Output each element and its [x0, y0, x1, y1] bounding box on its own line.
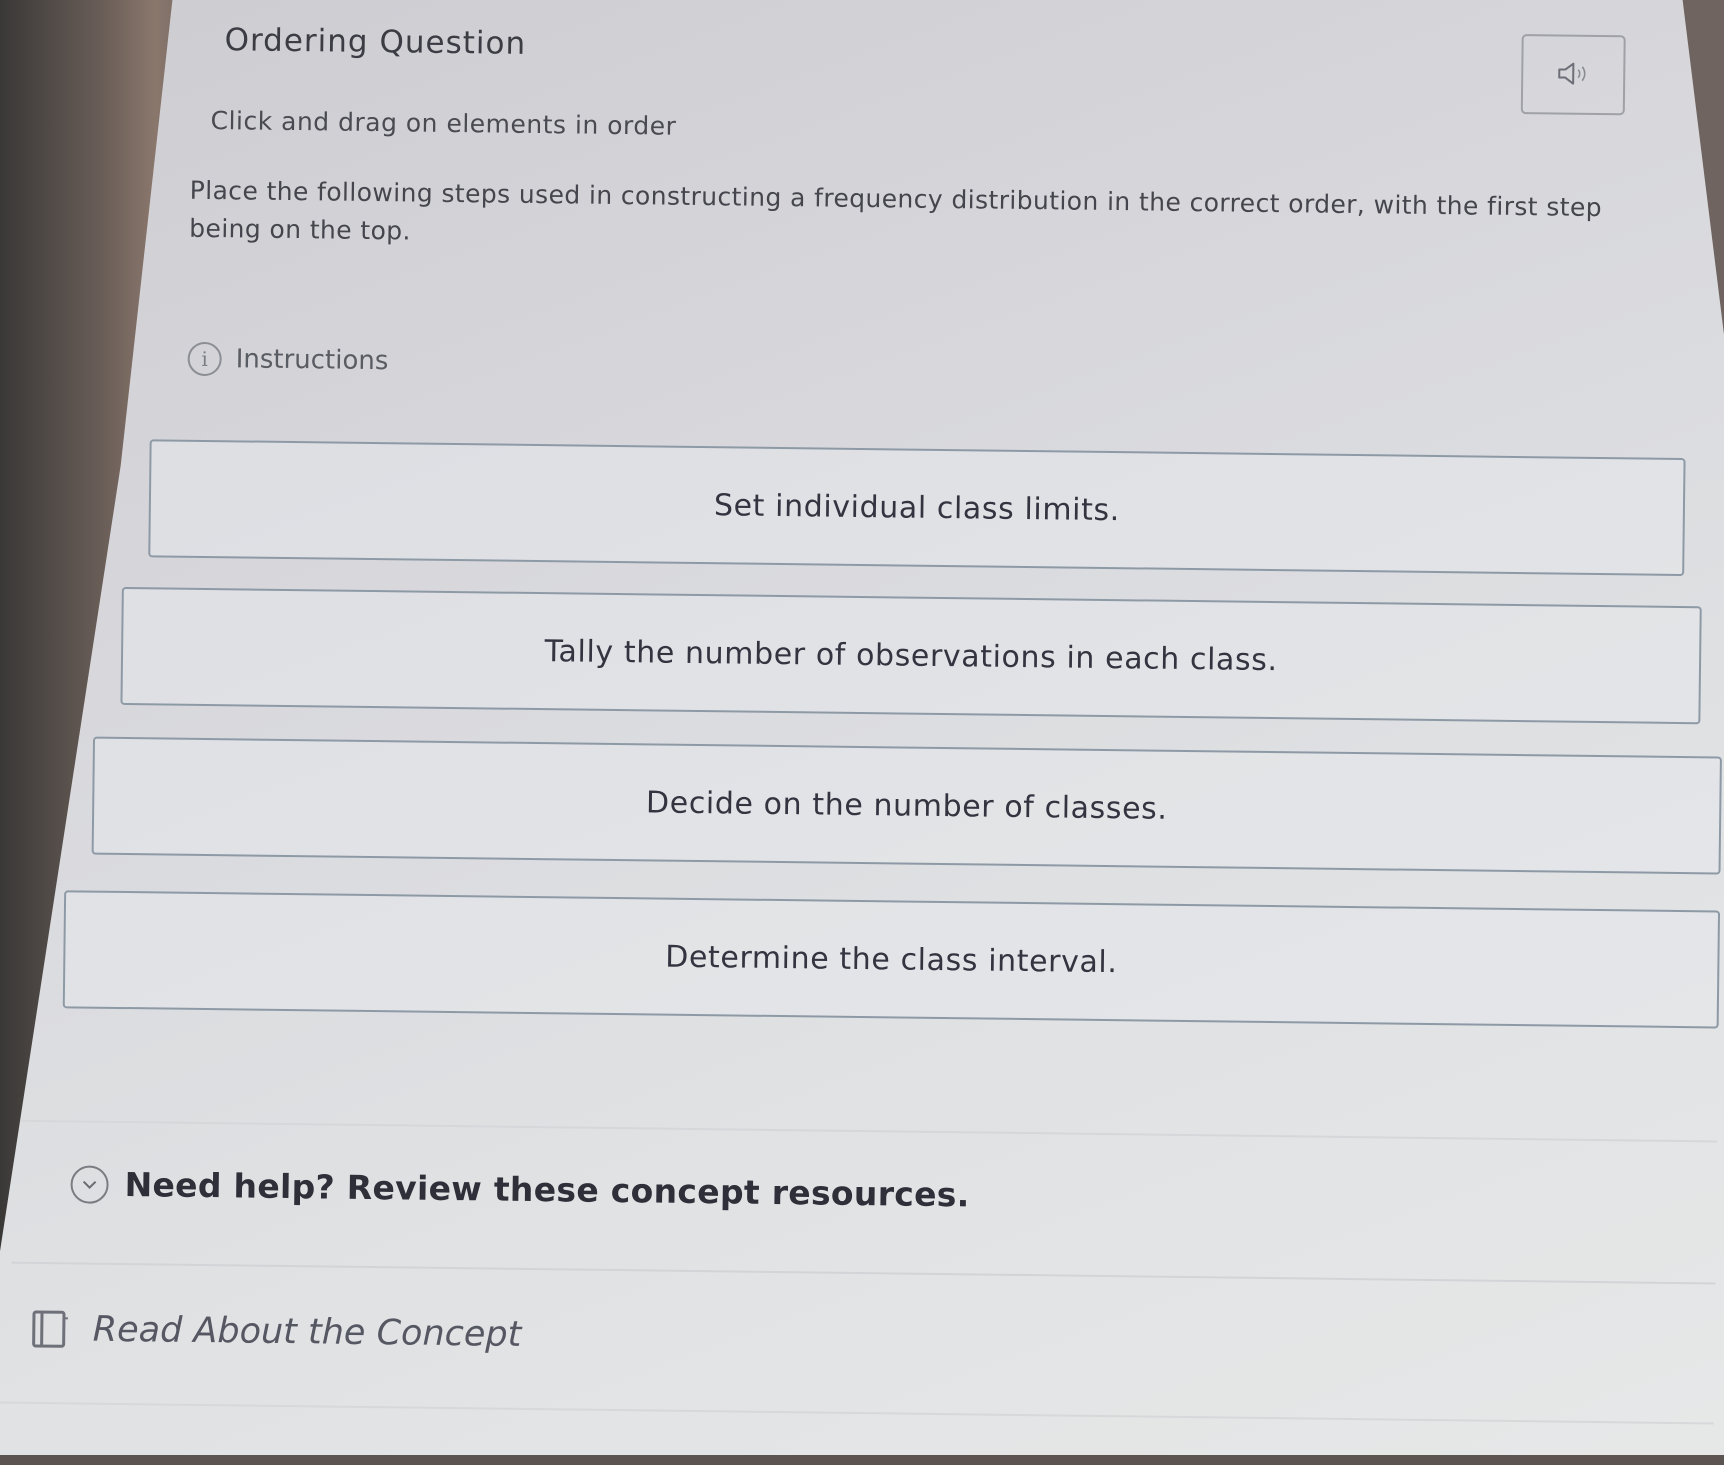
ordering-item[interactable]: Decide on the number of classes. [92, 737, 1722, 875]
read-concept-link[interactable]: Read About the Concept [31, 1308, 522, 1356]
read-aloud-button[interactable] [1521, 34, 1626, 115]
ordering-item-label: Set individual class limits. [714, 488, 1120, 528]
ordering-item-label: Tally the number of observations in each… [544, 634, 1277, 678]
question-page: Ordering Question Click and drag on elem… [0, 0, 1724, 1465]
info-icon: i [187, 342, 221, 376]
speaker-icon [1556, 60, 1590, 89]
ordering-item[interactable]: Tally the number of observations in each… [120, 587, 1701, 724]
ordering-item-label: Determine the class interval. [665, 939, 1118, 980]
divider [0, 1401, 1714, 1424]
ordering-item-label: Decide on the number of classes. [646, 785, 1168, 826]
help-label: Need help? Review these concept resource… [124, 1165, 969, 1214]
question-prompt: Place the following steps used in constr… [189, 172, 1650, 266]
screen: Ordering Question Click and drag on elem… [0, 0, 1724, 1455]
question-title: Ordering Question [224, 22, 526, 62]
question-subtitle: Click and drag on elements in order [210, 106, 676, 141]
read-concept-label: Read About the Concept [93, 1310, 522, 1355]
instructions-label: Instructions [235, 344, 388, 376]
help-toggle[interactable]: Need help? Review these concept resource… [70, 1164, 969, 1214]
help-panel: Need help? Review these concept resource… [12, 1120, 1718, 1285]
ordering-item[interactable]: Determine the class interval. [63, 890, 1720, 1028]
instructions-toggle[interactable]: i Instructions [187, 342, 388, 378]
chevron-circle-icon [70, 1165, 108, 1203]
ordering-item[interactable]: Set individual class limits. [148, 439, 1685, 576]
book-icon [31, 1308, 72, 1350]
